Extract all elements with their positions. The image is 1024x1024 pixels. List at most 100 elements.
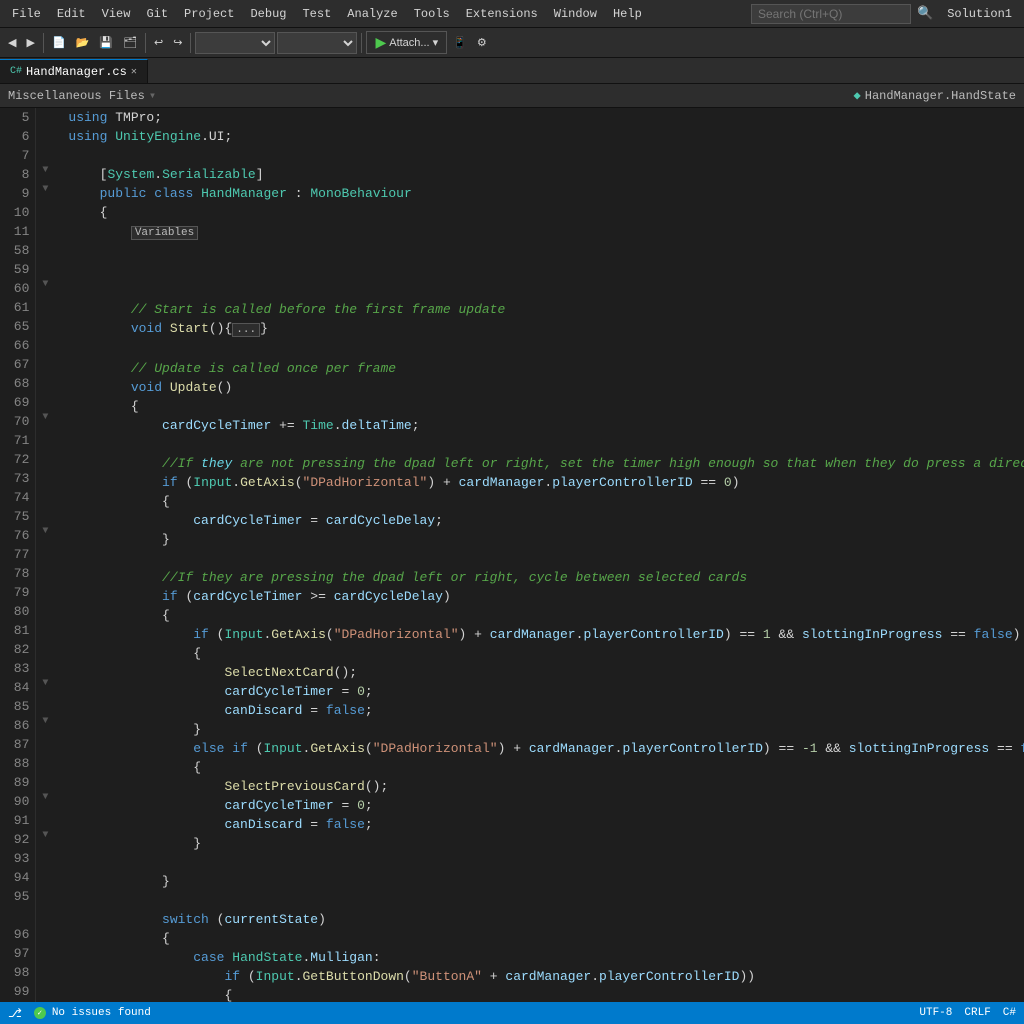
save-all-btn[interactable]: 🗂 xyxy=(119,31,141,55)
tab-icon: C# xyxy=(10,66,22,77)
sep2 xyxy=(145,33,146,53)
line-75: 75 xyxy=(6,507,29,526)
line-79: 79 xyxy=(6,583,29,602)
settings-btn[interactable]: ⚙ xyxy=(473,31,491,55)
line-78: 78 xyxy=(6,564,29,583)
menu-tools[interactable]: Tools xyxy=(406,5,458,23)
ok-icon: ✓ xyxy=(34,1007,46,1019)
breadcrumb-right: ◆ HandManager.HandState xyxy=(854,88,1016,103)
menu-test[interactable]: Test xyxy=(294,5,339,23)
menu-window[interactable]: Window xyxy=(546,5,605,23)
play-icon: ▶ xyxy=(375,34,386,51)
code-content[interactable]: using TMPro; using UnityEngine.UI; [Syst… xyxy=(60,108,1024,1002)
menu-extensions[interactable]: Extensions xyxy=(458,5,546,23)
collapse-86[interactable]: ▼ xyxy=(36,526,54,537)
menu-git[interactable]: Git xyxy=(138,5,176,23)
collapse-104[interactable]: ▼ xyxy=(36,830,54,841)
line-6: 6 xyxy=(6,127,29,146)
line-58: 58 xyxy=(6,241,29,260)
menu-edit[interactable]: Edit xyxy=(49,5,94,23)
collapse-80[interactable]: ▼ xyxy=(36,412,54,423)
sep3 xyxy=(190,33,191,53)
line-97: 97 xyxy=(6,944,29,963)
menu-view[interactable]: View xyxy=(94,5,139,23)
line-77: 77 xyxy=(6,545,29,564)
line-76: 76 xyxy=(6,526,29,545)
line-65: 65 xyxy=(6,317,29,336)
menu-analyze[interactable]: Analyze xyxy=(339,5,405,23)
save-btn[interactable]: 💾 xyxy=(95,31,117,55)
collapse-102[interactable]: ▼ xyxy=(36,792,54,803)
open-btn[interactable]: 📂 xyxy=(72,31,94,55)
breadcrumb-files[interactable]: Miscellaneous Files xyxy=(8,89,145,103)
line-82: 82 xyxy=(6,640,29,659)
line-86: 86 xyxy=(6,716,29,735)
tab-label: HandManager.cs xyxy=(26,65,127,79)
line-92: 92 xyxy=(6,830,29,849)
menu-bar: File Edit View Git Project Debug Test An… xyxy=(0,0,1024,28)
status-left: ⎇ xyxy=(8,1006,26,1021)
collapse-97[interactable]: ▼ xyxy=(36,716,54,727)
menu-project[interactable]: Project xyxy=(176,5,242,23)
platform-dropdown[interactable] xyxy=(277,32,357,54)
line-99: 99 xyxy=(6,982,29,1001)
line-84: 84 xyxy=(6,678,29,697)
line-9: 9 xyxy=(6,184,29,203)
line-59: 59 xyxy=(6,260,29,279)
sep4 xyxy=(361,33,362,53)
line-10: 10 xyxy=(6,203,29,222)
attach-dropdown-icon: ▾ xyxy=(433,36,439,49)
search-input[interactable] xyxy=(751,4,911,24)
line-8: 8 xyxy=(6,165,29,184)
collapse-sw[interactable]: ▼ xyxy=(36,678,54,689)
line-7: 7 xyxy=(6,146,29,165)
collapse-gutter: ▼ ▼ ▼ ▼ ▼ ▼ ▼ ▼ ▼ xyxy=(36,108,60,1002)
line-85: 85 xyxy=(6,697,29,716)
line-81: 81 xyxy=(6,621,29,640)
line-72: 72 xyxy=(6,450,29,469)
search-bar: 🔍 Solution1 xyxy=(751,4,1020,24)
breadcrumb-bar: Miscellaneous Files ▾ ◆ HandManager.Hand… xyxy=(0,84,1024,108)
tab-close-btn[interactable]: ✕ xyxy=(131,66,137,78)
issues-label: No issues found xyxy=(52,1007,151,1019)
collapse-11[interactable]: ▼ xyxy=(36,184,54,195)
new-file-btn[interactable]: 📄 xyxy=(48,31,70,55)
back-btn[interactable]: ◀ xyxy=(4,31,20,55)
sep1 xyxy=(43,33,44,53)
attach-btn[interactable]: ▶ Attach... ▾ xyxy=(366,31,447,54)
tab-handmanager[interactable]: C# HandManager.cs ✕ xyxy=(0,59,148,83)
code-area: 5 6 7 8 9 10 11 58 59 60 61 65 66 67 68 … xyxy=(0,108,1024,1002)
line-68: 68 xyxy=(6,374,29,393)
menu-file[interactable]: File xyxy=(4,5,49,23)
line-66: 66 xyxy=(6,336,29,355)
menu-debug[interactable]: Debug xyxy=(242,5,294,23)
line-71: 71 xyxy=(6,431,29,450)
menu-help[interactable]: Help xyxy=(605,5,650,23)
undo-btn[interactable]: ↩ xyxy=(150,31,167,55)
forward-btn[interactable]: ▶ xyxy=(22,31,38,55)
line-89: 89 xyxy=(6,773,29,792)
redo-btn[interactable]: ↪ xyxy=(169,31,186,55)
search-icon: 🔍 xyxy=(917,6,933,21)
breadcrumb-class[interactable]: HandManager.HandState xyxy=(865,89,1016,103)
git-icon: ⎇ xyxy=(8,1006,22,1021)
line-87: 87 xyxy=(6,735,29,754)
line-69: 69 xyxy=(6,393,29,412)
line-88: 88 xyxy=(6,754,29,773)
line-74: 74 xyxy=(6,488,29,507)
line-83: 83 xyxy=(6,659,29,678)
attach-label: Attach... xyxy=(389,37,429,49)
line-60: 60 xyxy=(6,279,29,298)
line-numbers: 5 6 7 8 9 10 11 58 59 60 61 65 66 67 68 … xyxy=(0,108,36,1002)
status-right: UTF-8 CRLF C# xyxy=(919,1007,1016,1019)
language-label: C# xyxy=(1003,1007,1016,1019)
line-5: 5 xyxy=(6,108,29,127)
line-80: 80 xyxy=(6,602,29,621)
collapse-9[interactable]: ▼ xyxy=(36,165,54,176)
device-btn[interactable]: 📱 xyxy=(449,31,471,55)
collapse-61[interactable]: ▼ xyxy=(36,279,54,290)
config-dropdown[interactable] xyxy=(195,32,275,54)
issues-section[interactable]: ✓ No issues found xyxy=(34,1007,151,1019)
line-61: 61 xyxy=(6,298,29,317)
line-67: 67 xyxy=(6,355,29,374)
